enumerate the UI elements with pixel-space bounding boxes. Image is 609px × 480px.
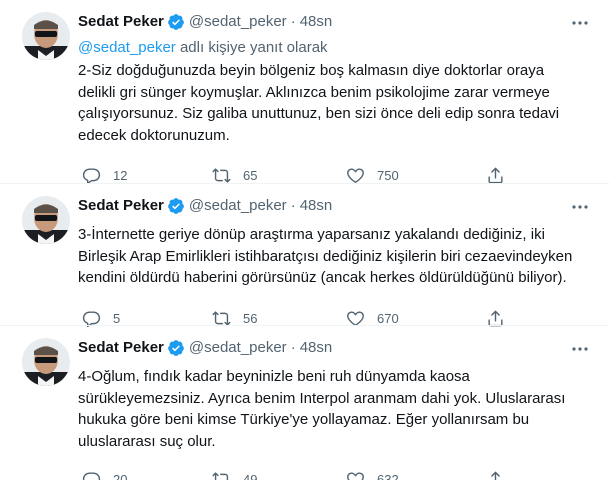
reply-count: 20	[113, 472, 128, 480]
dot-separator: ·	[290, 197, 296, 214]
like-count: 670	[377, 310, 399, 326]
share-icon	[491, 471, 500, 480]
tweet-text: 3-İnternette geriye dönüp araştırma yapa…	[78, 226, 573, 286]
author-handle[interactable]: @sedat_peker	[189, 338, 287, 358]
timestamp[interactable]: 48sn	[300, 196, 333, 216]
like-icon	[347, 472, 364, 480]
retweet-count: 49	[243, 472, 258, 480]
dot-separator: ·	[290, 13, 296, 30]
author-handle[interactable]: @sedat_peker	[189, 196, 287, 216]
verified-badge-icon	[167, 339, 185, 357]
like-count: 632	[377, 472, 399, 480]
reply-button[interactable]: 20	[82, 470, 127, 480]
retweet-count: 56	[243, 310, 258, 326]
avatar[interactable]	[22, 338, 70, 386]
tweet[interactable]: Sedat Peker @sedat_peker · 48sn 3-İntern…	[0, 183, 609, 327]
more-options-icon[interactable]	[571, 340, 589, 358]
tweet-body: Sedat Peker @sedat_peker · 48sn 4-Oğlum,…	[78, 336, 593, 480]
tweet[interactable]: Sedat Peker @sedat_peker · 48sn 4-Oğlum,…	[0, 325, 609, 480]
tweet-header: Sedat Peker @sedat_peker · 48sn	[78, 338, 593, 358]
tweet[interactable]: Sedat Peker @sedat_peker · 48sn @sedat_p…	[0, 0, 609, 186]
share-button[interactable]	[486, 470, 505, 480]
retweet-button[interactable]: 49	[212, 470, 257, 480]
replying-to: @sedat_peker adlı kişiye yanıt olarak	[78, 38, 593, 58]
more-options-icon[interactable]	[571, 198, 589, 216]
author-handle[interactable]: @sedat_peker	[189, 12, 287, 32]
tweet-body: Sedat Peker @sedat_peker · 48sn @sedat_p…	[78, 10, 593, 186]
author-name[interactable]: Sedat Peker	[78, 12, 164, 32]
verified-badge-icon	[167, 13, 185, 31]
reply-count: 12	[113, 168, 128, 183]
tweet-body: Sedat Peker @sedat_peker · 48sn 3-İntern…	[78, 194, 593, 329]
reply-to-label: adlı kişiye yanıt olarak	[175, 39, 328, 56]
retweet-count: 65	[243, 168, 258, 183]
like-count: 750	[377, 168, 399, 183]
more-options-icon[interactable]	[571, 14, 589, 32]
reply-to-mention-link[interactable]: @sedat_peker	[78, 39, 176, 56]
tweet-actions: 20 49 632	[78, 470, 593, 480]
timestamp[interactable]: 48sn	[300, 12, 333, 32]
verified-badge-icon	[167, 197, 185, 215]
like-button[interactable]: 632	[346, 470, 399, 480]
tweet-header: Sedat Peker @sedat_peker · 48sn	[78, 196, 593, 216]
avatar[interactable]	[22, 196, 70, 244]
tweet-thread: Sedat Peker @sedat_peker · 48sn @sedat_p…	[0, 0, 609, 480]
reply-icon	[82, 472, 101, 480]
author-name[interactable]: Sedat Peker	[78, 338, 164, 358]
avatar[interactable]	[22, 12, 70, 60]
timestamp[interactable]: 48sn	[300, 338, 333, 358]
retweet-icon	[212, 472, 229, 480]
tweet-text: 2-Siz doğduğunuzda beyin bölgeniz boş ka…	[78, 62, 560, 144]
reply-count: 5	[113, 310, 121, 326]
tweet-header: Sedat Peker @sedat_peker · 48sn	[78, 12, 593, 32]
tweet-text: 4-Oğlum, fındık kadar beyninizle beni ru…	[78, 368, 566, 450]
dot-separator: ·	[290, 339, 296, 356]
author-name[interactable]: Sedat Peker	[78, 196, 164, 216]
